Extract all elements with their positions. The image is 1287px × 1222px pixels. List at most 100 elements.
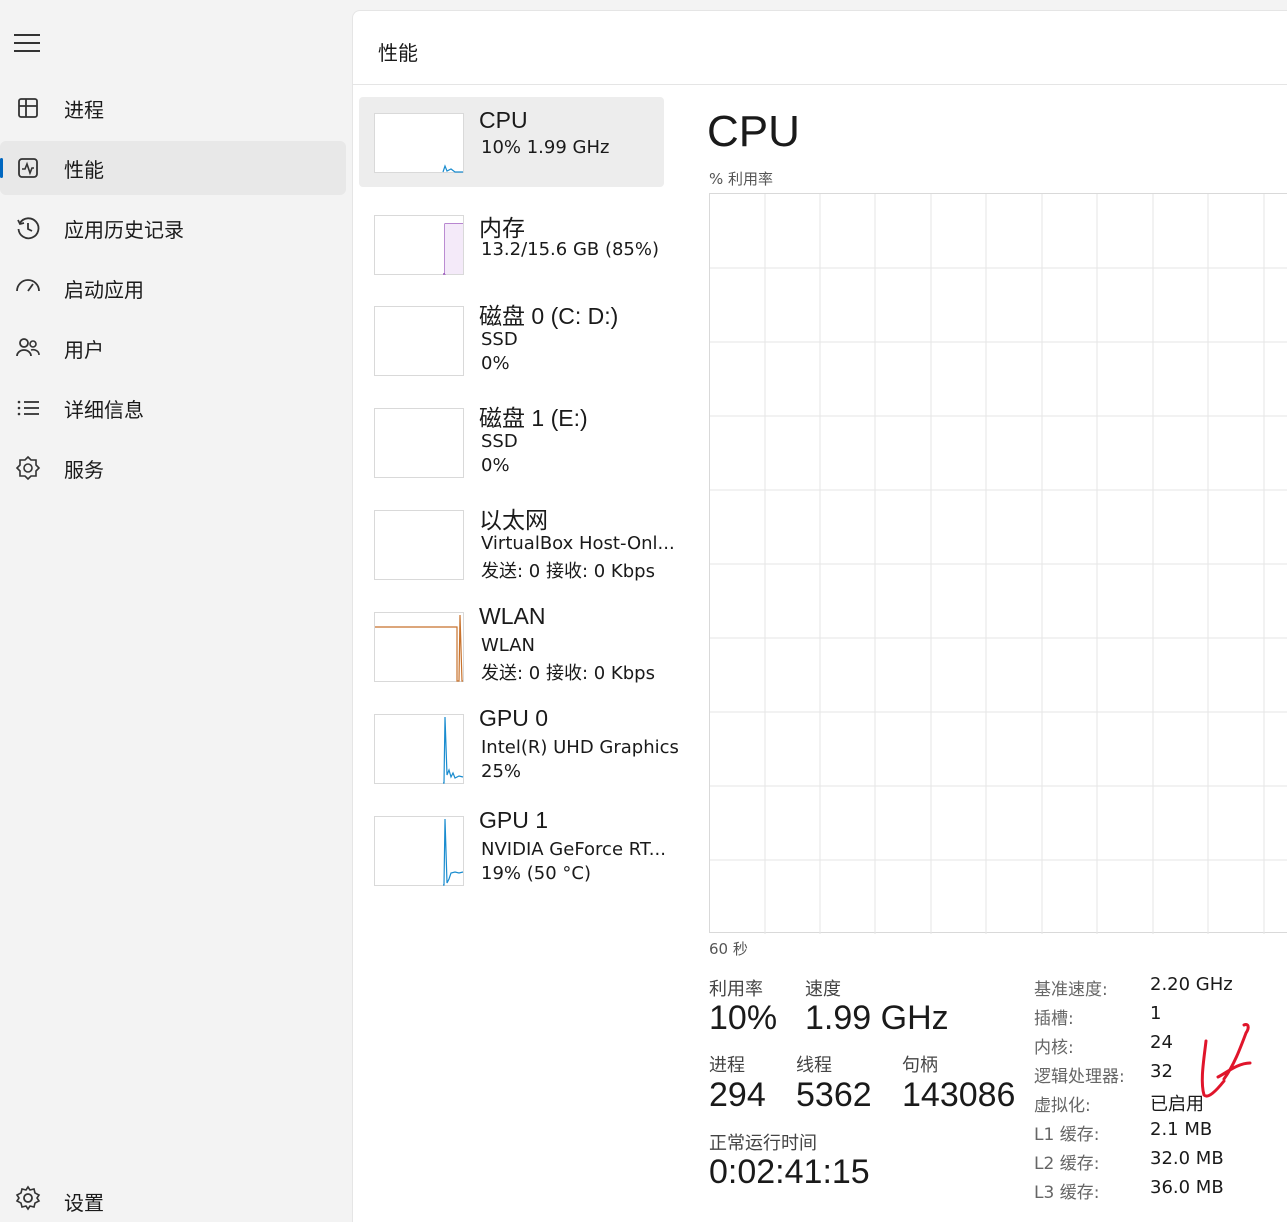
sidebar-item-performance[interactable]: 性能 (0, 141, 346, 195)
sidebar-item-label: 启动应用 (64, 277, 144, 302)
threads-label: 线程 (796, 1055, 832, 1076)
resource-name: GPU 0 (479, 705, 549, 731)
settings-label: 设置 (64, 1191, 104, 1215)
cpu-thumbnail-graph (374, 113, 464, 173)
resource-detail: VirtualBox Host-Onl... (481, 533, 675, 554)
sidebar-item-services[interactable]: 服务 (0, 441, 346, 495)
graph-time-label: 60 秒 (709, 940, 748, 958)
sockets-label: 插槽: (1034, 1009, 1074, 1029)
utilization-label: 利用率 (709, 979, 763, 1000)
resource-detail: 25% (481, 761, 522, 782)
users-icon (16, 338, 40, 357)
l1-cache-value: 2.1 MB (1150, 1119, 1213, 1140)
wlan-thumbnail-graph (374, 612, 464, 682)
cores-label: 内核: (1034, 1038, 1074, 1058)
resource-item-cpu[interactable]: CPU 10% 1.99 GHz (359, 97, 664, 187)
page-header: 性能 (353, 11, 1287, 85)
wlan-sparkline (375, 614, 463, 682)
sidebar-item-label: 服务 (64, 457, 104, 482)
speedometer-icon (16, 279, 40, 292)
resource-detail: 13.2/15.6 GB (85%) (481, 239, 660, 260)
l2-cache-label: L2 缓存: (1034, 1154, 1100, 1174)
resource-name: WLAN (479, 603, 546, 629)
sidebar: 进程 性能 应用历史记录 启动应用 用户 详细信息 服务 设置 (0, 0, 352, 1222)
active-indicator (0, 158, 3, 178)
cores-value: 24 (1150, 1032, 1173, 1053)
memory-sparkline (443, 223, 463, 275)
graph-label: % 利用率 (709, 170, 774, 188)
processes-label: 进程 (709, 1055, 745, 1076)
resource-item-wlan[interactable]: WLAN WLAN 发送: 0 接收: 0 Kbps (359, 597, 664, 687)
logical-processors-label: 逻辑处理器: (1034, 1067, 1125, 1087)
ethernet-thumbnail-graph (374, 510, 464, 580)
l3-cache-label: L3 缓存: (1034, 1183, 1100, 1203)
resource-name: 内存 (479, 215, 525, 241)
sidebar-item-label: 性能 (64, 157, 104, 182)
resource-detail: 发送: 0 接收: 0 Kbps (481, 663, 655, 684)
resource-name: 磁盘 0 (C: D:) (479, 303, 619, 329)
threads-value: 5362 (796, 1076, 872, 1114)
processes-value: 294 (709, 1076, 766, 1114)
memory-thumbnail-graph (374, 215, 464, 275)
sidebar-item-label: 用户 (64, 337, 104, 362)
base-speed-label: 基准速度: (1034, 980, 1108, 1000)
utilization-value: 10% (709, 999, 778, 1037)
resource-item-ethernet[interactable]: 以太网 VirtualBox Host-Onl... 发送: 0 接收: 0 K… (359, 495, 675, 585)
main-panel: 性能 CPU 10% 1.99 GHz 内存 13.2/15.6 GB (85%… (352, 10, 1287, 1222)
uptime-value: 0:02:41:15 (709, 1153, 870, 1191)
handles-value: 143086 (902, 1076, 1016, 1114)
services-icon (15, 455, 41, 481)
handwritten-checkmark-annotation (1200, 1023, 1252, 1098)
resource-name: 磁盘 1 (E:) (479, 405, 588, 431)
sidebar-item-details[interactable]: 详细信息 (0, 381, 346, 435)
l3-cache-value: 36.0 MB (1150, 1177, 1224, 1198)
uptime-label: 正常运行时间 (709, 1133, 817, 1154)
history-icon (17, 217, 40, 240)
resource-item-disk1[interactable]: 磁盘 1 (E:) SSD 0% (359, 393, 664, 483)
virtualization-value: 已启用 (1150, 1094, 1204, 1115)
gpu1-thumbnail-graph (374, 816, 464, 886)
disk0-thumbnail-graph (374, 306, 464, 376)
resource-name: CPU (479, 107, 528, 133)
sidebar-item-startup-apps[interactable]: 启动应用 (0, 261, 346, 315)
resource-detail: SSD (481, 431, 518, 452)
sockets-value: 1 (1150, 1003, 1162, 1024)
cpu-usage-graph (709, 193, 1287, 934)
gear-icon (15, 1185, 41, 1211)
sidebar-item-settings[interactable]: 设置 (0, 1173, 346, 1222)
virtualization-label: 虚拟化: (1034, 1096, 1091, 1116)
handles-label: 句柄 (902, 1055, 938, 1076)
gpu1-sparkline (443, 818, 464, 886)
disk1-thumbnail-graph (374, 408, 464, 478)
logical-processors-value: 32 (1150, 1061, 1173, 1082)
hamburger-menu-icon[interactable] (14, 34, 40, 58)
resource-detail: 发送: 0 接收: 0 Kbps (481, 561, 655, 582)
sidebar-item-processes[interactable]: 进程 (0, 81, 346, 135)
resource-item-disk0[interactable]: 磁盘 0 (C: D:) SSD 0% (359, 291, 664, 381)
resource-detail: 0% (481, 353, 510, 374)
gpu0-thumbnail-graph (374, 714, 464, 784)
resource-detail: 10% 1.99 GHz (481, 137, 610, 158)
sidebar-item-users[interactable]: 用户 (0, 321, 346, 375)
resource-detail: Intel(R) UHD Graphics (481, 737, 679, 758)
list-icon (17, 400, 39, 416)
processes-icon (18, 98, 38, 118)
resource-item-gpu1[interactable]: GPU 1 NVIDIA GeForce RT... 19% (50 °C) (359, 801, 666, 891)
resource-item-memory[interactable]: 内存 13.2/15.6 GB (85%) (359, 199, 664, 289)
speed-label: 速度 (805, 979, 841, 1000)
resource-name: GPU 1 (479, 807, 549, 833)
resource-detail: SSD (481, 329, 518, 350)
resource-detail: 0% (481, 455, 510, 476)
cpu-sparkline (442, 164, 463, 173)
gpu0-sparkline (443, 716, 464, 784)
resource-item-gpu0[interactable]: GPU 0 Intel(R) UHD Graphics 25% (359, 699, 679, 789)
resource-detail: NVIDIA GeForce RT... (481, 839, 666, 860)
sidebar-item-label: 应用历史记录 (64, 217, 184, 242)
detail-title: CPU (707, 107, 800, 156)
base-speed-value: 2.20 GHz (1150, 974, 1233, 995)
sidebar-item-app-history[interactable]: 应用历史记录 (0, 201, 346, 255)
resource-detail: 19% (50 °C) (481, 863, 591, 884)
performance-icon (18, 158, 38, 178)
sidebar-item-label: 进程 (64, 97, 104, 122)
l2-cache-value: 32.0 MB (1150, 1148, 1224, 1169)
